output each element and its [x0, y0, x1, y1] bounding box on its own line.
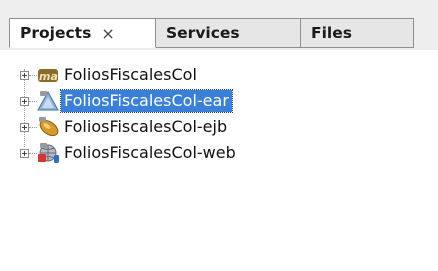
tree-item-label: FoliosFiscalesCol-ejb: [64, 117, 228, 136]
tree-item-folios-fiscales-col-ejb[interactable]: FoliosFiscalesCol-ejb: [0, 114, 438, 140]
ejb-bean-icon: [37, 116, 59, 138]
svg-text:ma: ma: [39, 70, 58, 83]
tree-item-folios-fiscales-col[interactable]: ma FoliosFiscalesCol: [0, 62, 438, 88]
expand-icon[interactable]: [20, 149, 29, 158]
web-globe-icon: [37, 142, 59, 164]
tree-item-folios-fiscales-col-web[interactable]: FoliosFiscalesCol-web: [0, 140, 438, 166]
tree-item-label: FoliosFiscalesCol-ear: [60, 89, 233, 113]
tab-files[interactable]: Files: [301, 18, 414, 48]
ear-triangle-icon: [37, 90, 59, 112]
tree-item-label: FoliosFiscalesCol: [64, 65, 197, 84]
tab-projects[interactable]: Projects ×: [9, 18, 156, 48]
tab-files-label: Files: [311, 24, 352, 42]
expand-icon[interactable]: [20, 123, 29, 132]
maven-project-icon: ma: [37, 64, 59, 86]
expand-icon[interactable]: [20, 97, 29, 106]
close-icon[interactable]: ×: [101, 24, 114, 43]
tree-connector: [29, 153, 37, 154]
expand-icon[interactable]: [20, 71, 29, 80]
tree-item-folios-fiscales-col-ear[interactable]: FoliosFiscalesCol-ear: [0, 88, 438, 114]
tree-connector: [29, 127, 37, 128]
tab-services-label: Services: [166, 24, 240, 42]
tree-connector: [29, 101, 37, 102]
tree-item-label: FoliosFiscalesCol-web: [64, 143, 236, 162]
tab-bar: Projects × Services Files: [0, 0, 438, 50]
tab-services[interactable]: Services: [156, 18, 301, 48]
projects-panel: Projects × Services Files ma FoliosFisca: [0, 0, 438, 271]
tab-strip: Projects × Services Files: [9, 18, 414, 48]
tab-projects-label: Projects: [20, 24, 92, 42]
tree-connector: [29, 75, 37, 76]
